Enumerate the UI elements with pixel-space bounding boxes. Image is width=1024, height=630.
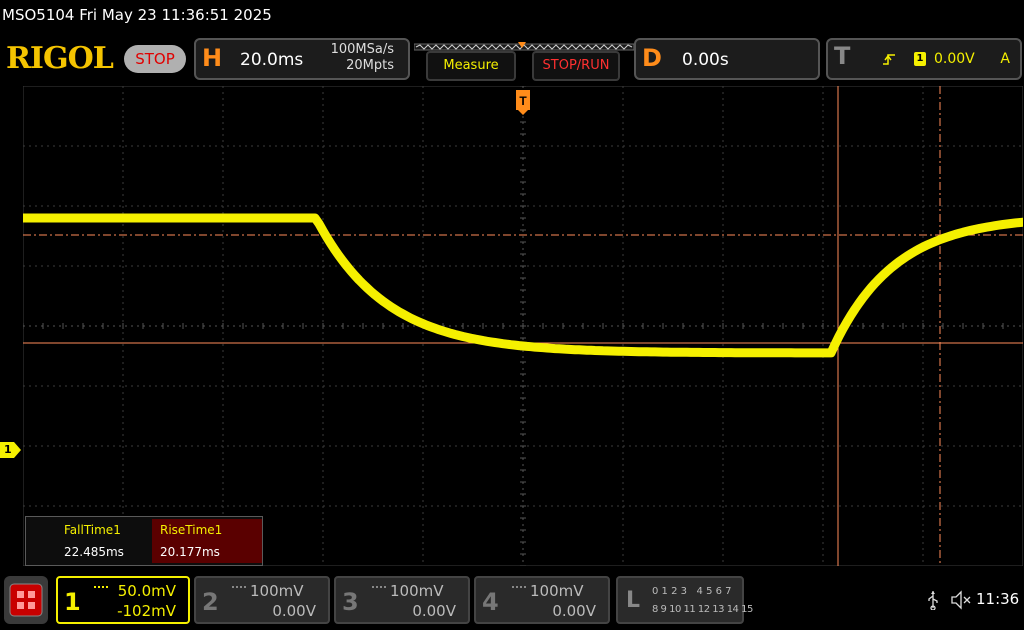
rigol-logo: RIGOL	[6, 41, 114, 76]
logic-bits-row-1: 0 1 2 3 4 5 6 7	[652, 586, 732, 597]
stop-run-button[interactable]: STOP/RUN	[532, 51, 620, 81]
graticule	[23, 86, 1023, 566]
measure-button-label: Measure	[443, 58, 499, 73]
run-state-badge[interactable]: STOP	[124, 45, 186, 73]
channel-2-offset: 0.00V	[272, 602, 316, 620]
top-toolbar: RIGOL STOP H 20.0ms 100MSa/s 20Mpts Meas…	[0, 36, 1024, 82]
memory-depth: 20Mpts	[346, 58, 394, 73]
delay-value: 0.00s	[682, 50, 729, 70]
dc-coupling-icon	[512, 586, 526, 592]
measurement-panel[interactable]: FallTime1 RiseTime1 22.485ms 20.177ms	[25, 516, 263, 566]
channel-4-scale: 100mV	[530, 582, 584, 600]
channel-3-scale: 100mV	[390, 582, 444, 600]
waveform-display[interactable]: T	[23, 86, 1023, 566]
channel-1-scale: 50.0mV	[117, 582, 176, 600]
usb-icon	[928, 591, 938, 610]
logic-letter: L	[626, 588, 641, 613]
channel-3-offset: 0.00V	[412, 602, 456, 620]
dc-coupling-icon	[94, 586, 108, 592]
logic-panel[interactable]: L 0 1 2 3 4 5 6 7 8 9 10 11 12 13 14 15	[616, 576, 753, 624]
trigger-panel[interactable]: T 1 0.00V A	[826, 38, 1022, 80]
trigger-position-marker[interactable]: T	[516, 90, 530, 115]
rise-time-label: RiseTime1	[152, 519, 262, 541]
channel-3-panel[interactable]: 3 100mV 0.00V	[334, 576, 470, 624]
channel-4-panel[interactable]: 4 100mV 0.00V	[474, 576, 610, 624]
channel-4-number: 4	[482, 588, 499, 616]
stop-run-button-label: STOP/RUN	[542, 58, 610, 73]
dc-coupling-icon	[372, 586, 386, 592]
horizontal-letter: H	[202, 44, 223, 72]
fall-time-label: FallTime1	[64, 523, 121, 537]
sample-rate: 100MSa/s	[330, 42, 394, 57]
menu-button[interactable]	[4, 576, 48, 624]
channel-2-number: 2	[202, 588, 219, 616]
horizontal-panel[interactable]: H 20.0ms 100MSa/s 20Mpts	[194, 38, 410, 80]
timebase-value: 20.0ms	[240, 50, 304, 70]
trigger-marker-label: T	[519, 94, 527, 108]
dc-coupling-icon	[232, 586, 246, 592]
grid-menu-icon	[9, 583, 43, 617]
trigger-source: 1	[914, 52, 926, 66]
trigger-mode: A	[1000, 51, 1010, 67]
channel-2-panel[interactable]: 2 100mV 0.00V	[194, 576, 330, 624]
rise-time-value: 20.177ms	[152, 541, 262, 563]
bottom-toolbar: 1 50.0mV -102mV 2 100mV 0.00V 3 100mV 0.…	[0, 572, 1024, 630]
measure-button[interactable]: Measure	[426, 51, 516, 81]
timeline-indicator	[413, 37, 635, 51]
channel-1-offset: -102mV	[117, 602, 176, 620]
channel-1-number: 1	[64, 588, 81, 616]
channel-3-number: 3	[342, 588, 359, 616]
logic-bits-row-2: 8 9 10 11 12 13 14 15	[652, 604, 753, 615]
fall-time-value: 22.485ms	[64, 545, 124, 559]
channel-4-offset: 0.00V	[552, 602, 596, 620]
delay-letter: D	[642, 44, 662, 72]
trigger-level: 0.00V	[934, 51, 975, 67]
channel-1-offset-marker-label: 1	[4, 443, 12, 456]
window-title: MSO5104 Fri May 23 11:36:51 2025	[2, 6, 272, 24]
channel-2-scale: 100mV	[250, 582, 304, 600]
mute-icon[interactable]	[950, 590, 972, 610]
rising-edge-icon	[883, 54, 895, 65]
clock: 11:36	[976, 590, 1020, 608]
channel-1-panel[interactable]: 1 50.0mV -102mV	[56, 576, 190, 624]
trigger-letter: T	[834, 42, 851, 70]
delay-panel[interactable]: D 0.00s	[634, 38, 820, 80]
